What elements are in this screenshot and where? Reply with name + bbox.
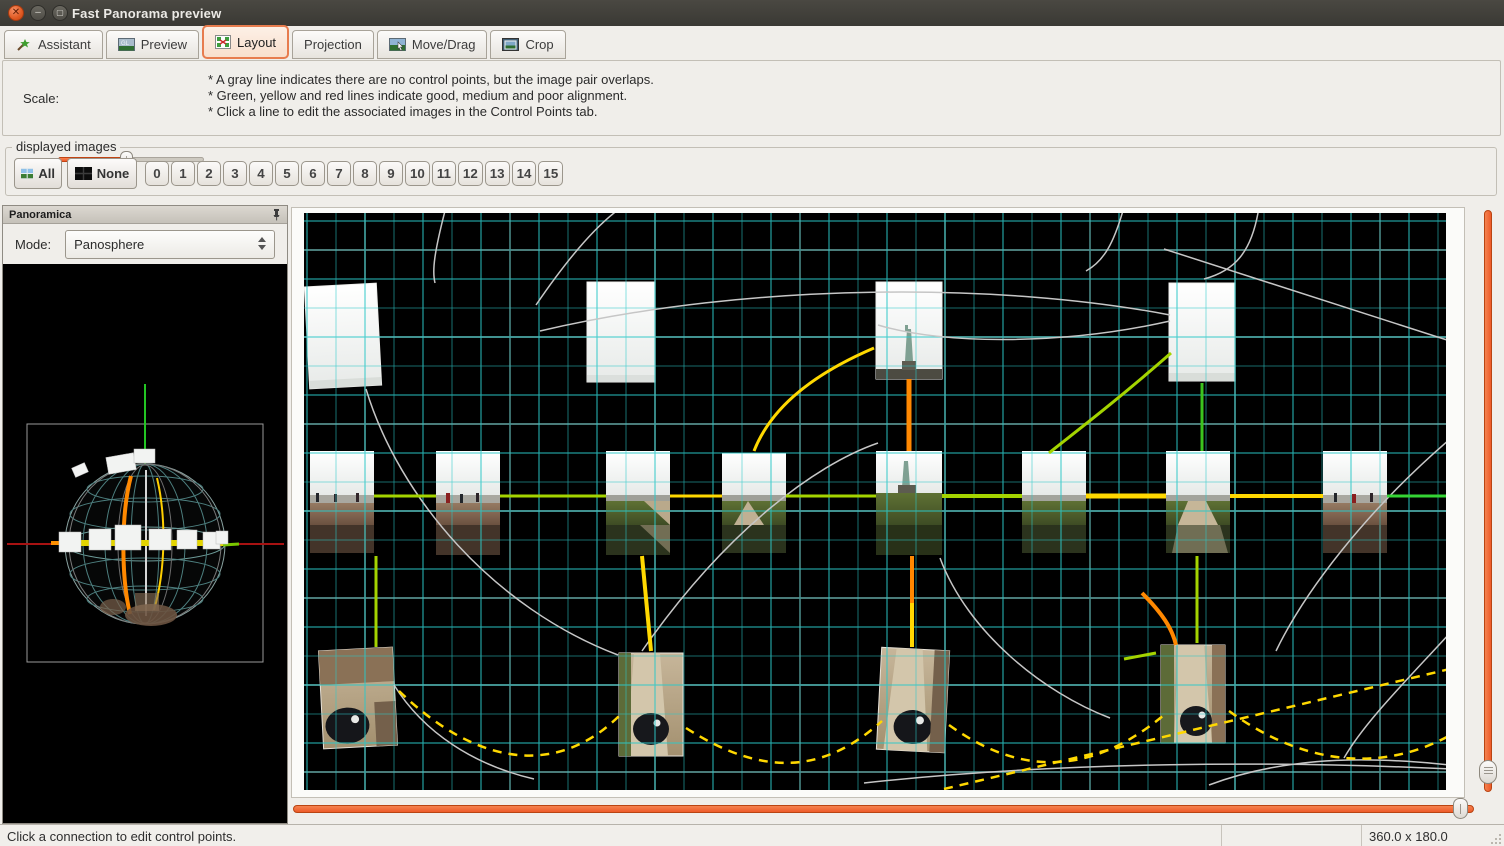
pin-icon[interactable] [272,208,281,221]
image-toggle-button[interactable]: 11 [432,161,456,186]
none-label: None [97,166,130,181]
vertical-slider-track[interactable] [1484,210,1492,792]
mode-value: Panosphere [74,237,144,252]
tab-bar: Assistant GL Preview Layout Projection M… [0,26,1504,59]
layout-canvas-frame [291,207,1465,798]
mode-row: Mode: Panosphere [3,224,287,264]
layout-canvas[interactable] [304,213,1446,790]
legend-help-text: * A gray line indicates there are no con… [208,72,654,120]
close-button[interactable]: ✕ [8,5,24,21]
tab-layout[interactable]: Layout [202,25,289,59]
image-thumbnail-ground[interactable] [619,653,683,756]
tab-crop[interactable]: Crop [490,30,565,59]
tab-label: Layout [237,35,276,50]
horizontal-slider-track[interactable] [293,805,1474,813]
image-toggle-button[interactable]: 2 [197,161,221,186]
preview-gl-icon: GL [118,38,135,51]
svg-text:GL: GL [121,41,130,47]
tab-projection[interactable]: Projection [292,30,374,59]
mode-select[interactable]: Panosphere [65,230,275,259]
all-images-icon [21,167,33,180]
image-thumbnail[interactable] [310,451,374,553]
image-toggle-button[interactable]: 12 [458,161,483,186]
move-drag-icon [389,38,406,51]
image-toggle-row: 0123456789101112131415 [145,161,563,186]
image-toggle-button[interactable]: 7 [327,161,351,186]
image-toggle-button[interactable]: 15 [538,161,563,186]
panoramica-header: Panoramica [3,206,287,224]
help-line: * Click a line to edit the associated im… [208,104,654,120]
vertical-pan-slider[interactable] [1479,210,1497,792]
image-toggle-button[interactable]: 3 [223,161,247,186]
image-thumbnail[interactable] [1166,451,1230,553]
image-toggle-button[interactable]: 0 [145,161,169,186]
crop-icon [502,38,519,51]
help-line: * A gray line indicates there are no con… [208,72,654,88]
window-title: Fast Panorama preview [72,0,221,26]
all-label: All [38,166,55,181]
titlebar: ✕ – ▢ Fast Panorama preview [0,0,1504,27]
tab-assistant[interactable]: Assistant [4,30,103,59]
panosphere-3d-view[interactable] [3,264,287,823]
tab-label: Crop [525,37,553,52]
image-toggle-button[interactable]: 10 [405,161,430,186]
spinner-arrows-icon [258,237,266,250]
tab-label: Preview [141,37,187,52]
panel-title: Panoramica [9,209,71,221]
scale-panel: Scale: * A gray line indicates there are… [2,60,1501,136]
tab-label: Projection [304,37,362,52]
image-toggle-button[interactable]: 4 [249,161,273,186]
panorama-size-value: 360.0 x 180.0 [1369,829,1448,844]
image-toggle-button[interactable]: 13 [485,161,510,186]
medium-equator-band[interactable] [65,540,223,546]
image-thumbnail-ground[interactable] [1161,645,1225,743]
horizontal-pan-slider[interactable] [293,800,1474,818]
fast-panorama-preview-window: ✕ – ▢ Fast Panorama preview Assistant GL… [0,0,1504,846]
tab-label: Assistant [38,37,91,52]
assistant-wand-icon [16,38,32,52]
status-bar: Click a connection to edit control point… [0,824,1504,846]
maximize-button[interactable]: ▢ [52,5,68,21]
all-images-button[interactable]: All [14,158,62,189]
tab-move-drag[interactable]: Move/Drag [377,30,488,59]
mode-label: Mode: [15,237,51,252]
status-dimensions: 360.0 x 180.0 [1362,825,1504,846]
status-empty-cell [1222,825,1362,846]
help-line: * Green, yellow and red lines indicate g… [208,88,654,104]
image-toggle-button[interactable]: 6 [301,161,325,186]
scale-label: Scale: [23,91,59,106]
tab-label: Move/Drag [412,37,476,52]
panoramica-panel: Panoramica Mode: Panosphere [2,205,288,824]
image-toggle-button[interactable]: 14 [512,161,537,186]
no-images-icon [75,167,92,180]
displayed-images-legend: displayed images [12,139,120,154]
resize-grip[interactable] [1489,832,1502,845]
image-thumbnail[interactable] [304,283,381,389]
image-toggle-button[interactable]: 9 [379,161,403,186]
image-toggle-button[interactable]: 8 [353,161,377,186]
image-toggle-button[interactable]: 5 [275,161,299,186]
tab-preview[interactable]: GL Preview [106,30,199,59]
no-images-button[interactable]: None [67,158,137,189]
minimize-button[interactable]: – [30,5,46,21]
image-toggle-button[interactable]: 1 [171,161,195,186]
vertical-slider-thumb[interactable] [1479,760,1497,784]
displayed-images-group: displayed images All None 01234567891011… [5,147,1497,196]
image-thumbnail-statue[interactable] [876,282,942,379]
horizontal-slider-thumb[interactable] [1453,798,1468,819]
image-thumbnail-ground[interactable] [318,647,397,749]
layout-grid-icon [215,35,231,49]
image-thumbnail[interactable] [1323,451,1387,553]
status-message: Click a connection to edit control point… [0,825,1222,846]
